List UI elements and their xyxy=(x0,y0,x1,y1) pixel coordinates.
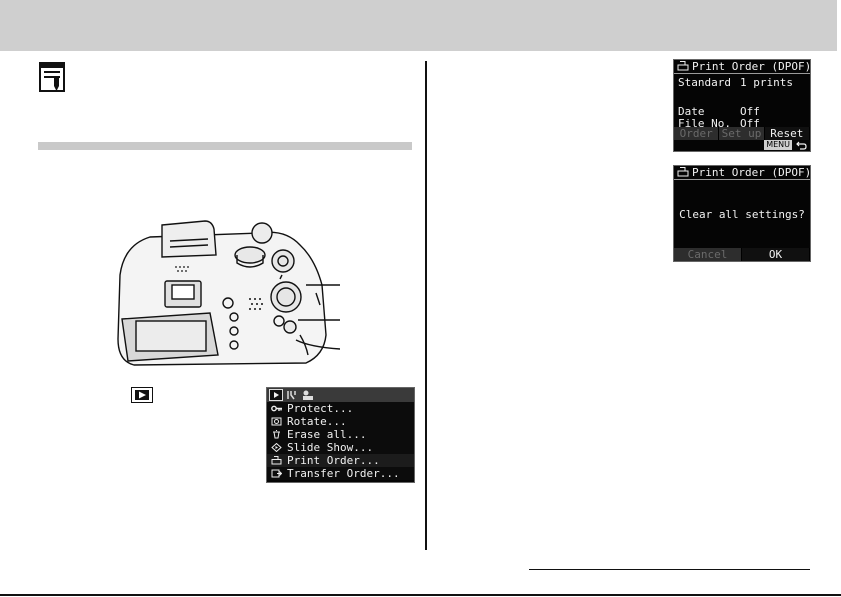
cancel-button[interactable]: Cancel xyxy=(674,248,742,261)
bottom-rule xyxy=(0,594,841,596)
menu-item-print-order[interactable]: Print Order... xyxy=(267,454,414,467)
menu-item-label: Erase all... xyxy=(287,428,367,441)
menu-item-transfer-order[interactable]: Transfer Order... xyxy=(267,467,414,480)
trash-icon xyxy=(273,430,280,439)
print-order-screen: Print Order (DPOF) Standard 1 prints Dat… xyxy=(673,59,811,152)
print-order-button-bar: Order Set up Reset xyxy=(674,127,810,140)
tools-tab-icon[interactable] xyxy=(285,389,299,401)
menu-item-label: Print Order... xyxy=(287,454,380,467)
transfer-icon xyxy=(271,469,282,478)
screen-title: Print Order (DPOF) xyxy=(674,60,811,74)
menu-item-protect[interactable]: Protect... xyxy=(267,402,414,415)
reset-button[interactable]: Reset xyxy=(764,127,810,140)
playback-button-icon xyxy=(131,387,153,403)
column-divider xyxy=(425,61,427,550)
menu-item-erase-all[interactable]: Erase all... xyxy=(267,428,414,441)
printer-icon xyxy=(271,456,282,465)
slideshow-icon xyxy=(271,443,282,452)
set-up-button[interactable]: Set up xyxy=(719,127,765,140)
my-camera-tab-icon[interactable] xyxy=(301,389,315,401)
section-rule xyxy=(38,142,412,150)
playback-tab-icon[interactable] xyxy=(269,389,283,401)
page-header-band xyxy=(0,0,837,51)
clear-settings-screen: Print Order (DPOF) Clear all settings? C… xyxy=(673,165,811,262)
order-button[interactable]: Order xyxy=(674,127,720,140)
menu-item-label: Slide Show... xyxy=(287,441,374,454)
ok-button[interactable]: OK xyxy=(742,248,810,261)
menu-tab-bar xyxy=(267,388,414,402)
menu-item-label: Rotate... xyxy=(287,415,347,428)
back-arrow-icon xyxy=(796,141,807,150)
rotate-icon xyxy=(271,417,282,426)
header-edge xyxy=(837,0,841,51)
screen-title: Print Order (DPOF) xyxy=(674,166,811,180)
menu-item-slide-show[interactable]: Slide Show... xyxy=(267,441,414,454)
playback-menu-screen: Protect... Rotate... Erase all... Slide … xyxy=(266,387,415,483)
confirm-question: Clear all settings? xyxy=(679,208,805,221)
footer-rule xyxy=(529,569,810,570)
menu-badge: MENU xyxy=(764,140,792,150)
printer-icon xyxy=(677,61,689,71)
menu-item-rotate[interactable]: Rotate... xyxy=(267,415,414,428)
setting-row-standard: Standard 1 prints xyxy=(678,76,793,89)
key-icon xyxy=(271,405,282,412)
memo-note-icon xyxy=(39,62,65,92)
menu-item-label: Transfer Order... xyxy=(287,467,400,480)
printer-icon xyxy=(677,167,689,177)
confirm-button-bar: Cancel OK xyxy=(674,248,810,261)
camera-back-illustration xyxy=(117,220,340,366)
menu-item-label: Protect... xyxy=(287,402,354,415)
